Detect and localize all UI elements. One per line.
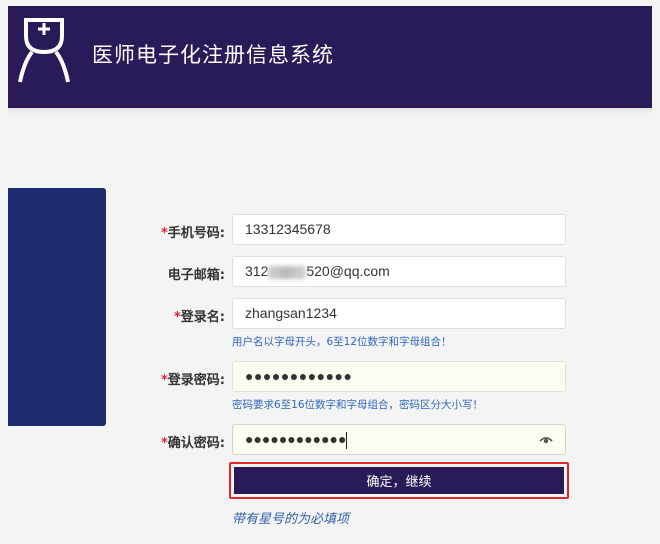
- username-hint: 用户名以字母开头，6至12位数字和字母组合！: [232, 336, 452, 348]
- redaction-blur: [268, 265, 307, 279]
- password-hint: 密码要求6至16位数字和字母组合，密码区分大小写！: [232, 399, 484, 411]
- required-mark: *: [160, 226, 168, 241]
- submit-button[interactable]: 确定，继续: [234, 467, 564, 494]
- password-input[interactable]: ●●●●●●●●●●●●: [232, 361, 566, 392]
- eye-icon[interactable]: [539, 434, 553, 446]
- app-header: 医师电子化注册信息系统: [8, 6, 652, 108]
- required-note: 带有星号的为必填项: [232, 512, 350, 527]
- password-label: *登录密码:: [160, 373, 225, 388]
- phone-row: *手机号码: 13312345678: [0, 214, 660, 246]
- phone-input[interactable]: 13312345678: [232, 214, 566, 245]
- confirm-password-label: *确认密码:: [160, 436, 225, 451]
- username-label: *登录名:: [173, 310, 225, 325]
- submit-highlight: 确定，继续: [229, 462, 569, 499]
- email-row: 电子邮箱: 312 520@qq.com: [0, 256, 660, 288]
- app-title: 医师电子化注册信息系统: [92, 43, 334, 67]
- text-caret: [346, 431, 348, 449]
- username-input[interactable]: zhangsan1234: [232, 298, 566, 329]
- header-divider: [8, 108, 652, 114]
- confirm-password-input[interactable]: ●●●●●●●●●●●●: [232, 424, 566, 455]
- doctor-nurse-icon: [18, 18, 70, 83]
- email-label: 电子邮箱:: [167, 268, 225, 283]
- confirm-password-row: *确认密码: ●●●●●●●●●●●●: [0, 424, 660, 456]
- username-row: *登录名: zhangsan1234: [0, 298, 660, 330]
- password-row: *登录密码: ●●●●●●●●●●●●: [0, 361, 660, 393]
- phone-label: *手机号码:: [160, 226, 225, 241]
- email-input[interactable]: 312 520@qq.com: [232, 256, 566, 287]
